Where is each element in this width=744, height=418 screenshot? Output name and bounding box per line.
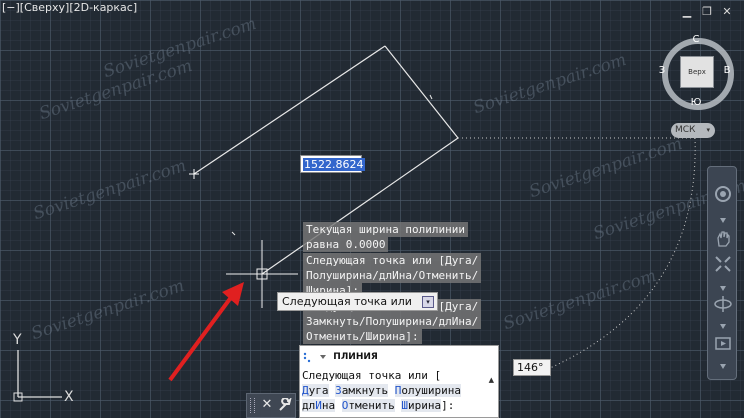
wcs-menu-button[interactable]: МСК ▾ xyxy=(671,123,715,138)
compass-east[interactable]: В xyxy=(721,65,733,76)
command-prompt-line: Следующая точка или [ xyxy=(302,369,442,382)
midpoint-marker xyxy=(429,94,433,100)
option-rest: уга xyxy=(308,384,329,397)
viewcube-top-face[interactable]: Верх xyxy=(680,56,714,88)
steering-wheel-icon[interactable] xyxy=(714,185,732,203)
wrench-icon[interactable] xyxy=(277,396,293,414)
option-rest: на xyxy=(321,399,336,412)
option-key: Д xyxy=(302,384,309,397)
navigation-bar[interactable] xyxy=(707,166,737,380)
option-rest: олуширина xyxy=(401,384,461,397)
option-prefix: дл xyxy=(302,399,316,412)
history-line: Замкнуть/Полуширина/длИна/ xyxy=(303,314,482,329)
minimize-icon[interactable]: ▁ xyxy=(680,6,694,18)
compass-south[interactable]: Ю xyxy=(690,97,702,108)
wcs-label: МСК xyxy=(675,125,696,135)
viewcube[interactable]: Верх С Ю З В xyxy=(658,34,734,110)
dynamic-prompt-text: Следующая точка или xyxy=(282,295,412,308)
viewport-controls-label[interactable]: [−][Сверху][2D-каркас] xyxy=(2,1,137,14)
polyline-segment xyxy=(384,45,459,139)
model-viewport[interactable]: Sovietgenpair.com Sovietgenpair.com Sovi… xyxy=(0,0,744,418)
close-command-line-icon[interactable]: ✕ xyxy=(259,396,275,414)
showmotion-icon[interactable] xyxy=(714,335,732,353)
option-rest: тменить xyxy=(348,399,395,412)
option-close[interactable]: Замкнуть xyxy=(335,384,389,397)
history-line: Текущая ширина полилинии xyxy=(303,222,468,237)
history-line: равна 0.0000 xyxy=(303,237,389,252)
annotation-arrow-icon xyxy=(168,294,234,382)
dimension-length-input[interactable]: 1522.8624 xyxy=(300,155,365,173)
ucs-x-label: X xyxy=(64,389,74,405)
ucs-y-label: Y xyxy=(13,332,22,348)
option-rest: амкнуть xyxy=(341,384,389,397)
option-width[interactable]: Ширина xyxy=(401,399,442,412)
command-options-row: длИна Отменить Ширина]: xyxy=(302,398,454,413)
dropdown-arrow-icon[interactable] xyxy=(714,357,732,375)
dropdown-arrow-icon[interactable] xyxy=(714,211,732,229)
compass-north[interactable]: С xyxy=(690,34,702,45)
scroll-up-icon[interactable]: ▲ xyxy=(489,376,494,384)
option-arc[interactable]: Дуга xyxy=(302,384,329,397)
compass-west[interactable]: З xyxy=(656,65,668,76)
prompt-suffix: ]: xyxy=(441,399,455,412)
option-key: З xyxy=(335,384,342,397)
command-name: ПЛИНИЯ xyxy=(333,352,378,362)
option-rest: ирина xyxy=(407,399,442,412)
command-dots-icon xyxy=(303,352,311,362)
restore-icon[interactable]: ❐ xyxy=(700,6,714,18)
option-key: И xyxy=(315,399,322,412)
drag-handle-icon[interactable] xyxy=(250,398,255,413)
dynamic-input-prompt[interactable]: Следующая точка или ▾ xyxy=(277,292,438,311)
command-line-toolbar: ✕ xyxy=(246,393,296,418)
options-dropdown-icon[interactable]: ▾ xyxy=(422,296,434,308)
chevron-down-icon: ▾ xyxy=(706,126,710,134)
history-line: Полуширина/длИна/Отменить/ xyxy=(303,268,482,283)
command-line-header: ПЛИНИЯ xyxy=(302,349,492,365)
dropdown-arrow-icon[interactable] xyxy=(714,317,732,335)
option-undo[interactable]: Отменить xyxy=(341,399,395,412)
command-options-row: Дуга Замкнуть Полуширина xyxy=(302,383,461,398)
history-line: Отменить/Ширина]: xyxy=(303,329,422,344)
command-line-window[interactable]: ПЛИНИЯ Следующая точка или [ Дуга Замкну… xyxy=(299,345,499,418)
zoom-extents-icon[interactable] xyxy=(714,255,732,273)
orbit-icon[interactable] xyxy=(714,295,732,313)
dimension-angle-input[interactable]: 146° xyxy=(513,359,551,376)
snap-marker xyxy=(231,231,236,236)
close-icon[interactable]: ✕ xyxy=(720,6,734,18)
pan-icon[interactable] xyxy=(714,229,732,247)
option-key: Ш xyxy=(401,399,408,412)
angle-arc xyxy=(549,137,696,369)
chevron-down-icon[interactable] xyxy=(319,353,327,361)
option-length[interactable]: длИна xyxy=(302,399,336,412)
option-halfwidth[interactable]: Полуширина xyxy=(394,384,461,397)
dimension-length-value: 1522.8624 xyxy=(303,158,365,171)
history-line: Следующая точка или [Дуга/ xyxy=(303,253,482,268)
